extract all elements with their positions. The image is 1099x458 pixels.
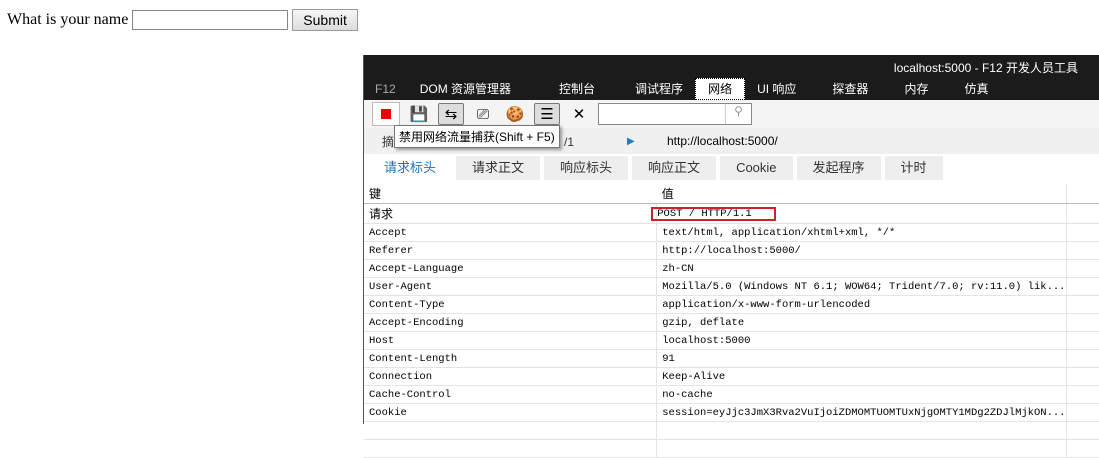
network-toolbar: 💾 ⇆ ⎚ 🍪 ☰ ✕ ⚲ (364, 100, 1099, 128)
tab-timings[interactable]: 计时 (884, 156, 943, 180)
tab-initiator[interactable]: 发起程序 (796, 156, 881, 180)
tab-dom[interactable]: DOM 资源管理器 (408, 79, 547, 99)
clear-cache-icon[interactable]: 🍪 (502, 103, 528, 125)
value-column-header[interactable]: 值 (656, 184, 1067, 204)
header-key: Connection (364, 367, 658, 386)
search-icon[interactable]: ⚲ (725, 104, 751, 124)
disable-traffic-capture-button[interactable]: ⇆ (438, 103, 464, 125)
close-icon[interactable]: ✕ (566, 103, 592, 125)
header-value: Mozilla/5.0 (Windows NT 6.1; WOW64; Trid… (656, 277, 1067, 296)
tab-cookies[interactable]: Cookie (720, 156, 793, 180)
header-key: Cache-Control (364, 385, 658, 404)
stop-capture-button[interactable] (372, 102, 400, 126)
header-value: session=eyJjc3JmX3Rva2VuIjoiZDMOMTUOMTUx… (656, 403, 1067, 422)
table-row[interactable]: Accept text/html, application/xhtml+xml, … (364, 223, 1099, 242)
table-row[interactable]: Host localhost:5000 (364, 331, 1099, 350)
table-row[interactable]: Content-Type application/x-www-form-urlen… (364, 295, 1099, 314)
header-key: Cookie (364, 403, 658, 422)
header-value: no-cache (656, 385, 1067, 404)
table-row[interactable]: Accept-Encoding gzip, deflate (364, 313, 1099, 332)
header-value: gzip, deflate (656, 313, 1067, 332)
tab-profiler[interactable]: 探查器 (820, 79, 892, 99)
tab-response-headers[interactable]: 响应标头 (544, 156, 629, 180)
header-value: POST / HTTP/1.1 (651, 203, 1067, 224)
header-key: Referer (364, 241, 658, 260)
header-key: 请求 (364, 203, 658, 224)
header-value: http://localhost:5000/ (656, 241, 1067, 260)
highlighted-request-line: POST / HTTP/1.1 (651, 206, 777, 221)
table-row[interactable]: User-Agent Mozilla/5.0 (Windows NT 6.1; W… (364, 277, 1099, 296)
header-value: zh-CN (656, 259, 1067, 278)
breadcrumb-bar: 禁用网络流量捕获(Shift + F5) 摘/1 ▶ http://localh… (364, 125, 1099, 154)
devtools-tabs: F12 DOM 资源管理器 控制台 调试程序 网络 UI 响应 探查器 内存 仿… (364, 78, 1099, 100)
tab-debugger[interactable]: 调试程序 (623, 79, 695, 99)
header-key: Accept-Language (364, 259, 658, 278)
table-row[interactable]: Content-Length 91 (364, 349, 1099, 368)
tab-request-body[interactable]: 请求正文 (456, 156, 541, 180)
header-key: Content-Type (364, 295, 658, 314)
header-key: User-Agent (364, 277, 658, 296)
submit-button[interactable]: Submit (292, 9, 358, 31)
tab-memory[interactable]: 内存 (892, 79, 952, 99)
always-refresh-icon[interactable]: ☰ (534, 103, 560, 125)
tab-console[interactable]: 控制台 (547, 79, 623, 99)
detail-tabs: 请求标头 请求正文 响应标头 响应正文 Cookie 发起程序 计时 (364, 154, 1099, 182)
tab-network[interactable]: 网络 (695, 78, 746, 100)
clear-entries-icon[interactable]: ⎚ (470, 103, 496, 125)
chevron-right-icon[interactable]: ▶ (627, 136, 667, 147)
tab-ui-responsiveness[interactable]: UI 响应 (745, 79, 820, 99)
devtools-title: localhost:5000 - F12 开发人员工具 (364, 55, 1099, 78)
header-value: 91 (656, 349, 1067, 368)
headers-table: 键 值 请求 POST / HTTP/1.1 Accept text/html, ap… (364, 184, 1099, 458)
header-value: localhost:5000 (656, 331, 1067, 350)
header-value: text/html, application/xhtml+xml, */* (656, 223, 1067, 242)
table-row[interactable]: 请求 POST / HTTP/1.1 (364, 203, 1099, 224)
table-row[interactable]: Cookie session=eyJjc3JmX3Rva2VuIjoiZDMOMT… (364, 403, 1099, 422)
devtools-panel: localhost:5000 - F12 开发人员工具 F12 DOM 资源管理… (363, 55, 1099, 458)
tab-request-headers[interactable]: 请求标头 (368, 156, 453, 180)
tooltip: 禁用网络流量捕获(Shift + F5) (394, 125, 560, 148)
tab-f12[interactable]: F12 (364, 79, 408, 99)
tab-response-body[interactable]: 响应正文 (632, 156, 717, 180)
table-row[interactable]: Cache-Control no-cache (364, 385, 1099, 404)
table-row[interactable]: Connection Keep-Alive (364, 367, 1099, 386)
header-key: Content-Length (364, 349, 658, 368)
stop-icon (381, 109, 391, 119)
header-value: Keep-Alive (656, 367, 1067, 386)
request-url: http://localhost:5000/ (667, 134, 778, 148)
name-form: What is your name Submit (7, 9, 358, 31)
table-row[interactable]: Referer http://localhost:5000/ (364, 241, 1099, 260)
key-column-header[interactable]: 键 (364, 184, 657, 204)
header-key: Accept (364, 223, 658, 242)
header-key: Host (364, 331, 658, 350)
name-input[interactable] (132, 10, 289, 30)
header-value: application/x-www-form-urlencoded (656, 295, 1067, 314)
name-label: What is your name (7, 11, 129, 28)
search-input[interactable]: ⚲ (598, 103, 752, 125)
tab-emulation[interactable]: 仿真 (952, 79, 1000, 99)
save-icon[interactable]: 💾 (406, 103, 432, 125)
table-row[interactable]: Accept-Language zh-CN (364, 259, 1099, 278)
header-key: Accept-Encoding (364, 313, 658, 332)
